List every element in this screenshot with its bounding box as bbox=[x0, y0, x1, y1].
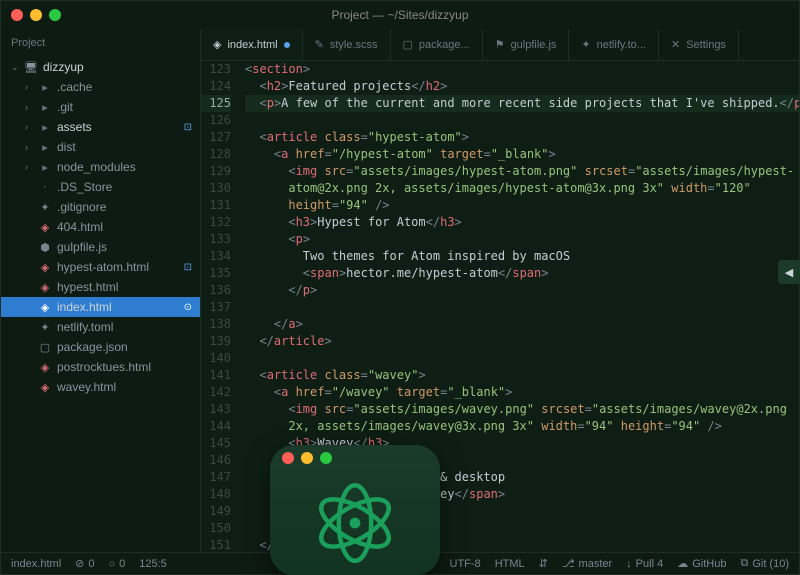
overlay-maximize-icon bbox=[320, 452, 332, 464]
tab-netlify-to---[interactable]: ✦netlify.to... bbox=[569, 29, 659, 60]
tree-root[interactable]: ⌄🖥dizzyup bbox=[1, 57, 200, 77]
status-network-icon[interactable]: ⇵ bbox=[539, 557, 548, 570]
tab-Settings[interactable]: ✕Settings bbox=[659, 29, 739, 60]
file-icon: ⬢ bbox=[37, 241, 53, 254]
status-github[interactable]: ☁ GitHub bbox=[677, 557, 726, 570]
panel-toggle-button[interactable]: ◀ bbox=[778, 260, 800, 284]
status-git[interactable]: ⧉ Git (10) bbox=[740, 557, 789, 570]
overlay-close-icon bbox=[282, 452, 294, 464]
overlay-minimize-icon bbox=[301, 452, 313, 464]
status-pull[interactable]: ↓ Pull 4 bbox=[626, 558, 663, 570]
tab-package---[interactable]: ▢package... bbox=[391, 29, 483, 60]
tab-index-html[interactable]: ◈index.html bbox=[201, 29, 303, 60]
tree-item-hypest-html[interactable]: ◈hypest.html bbox=[1, 277, 200, 297]
tree-item-404-html[interactable]: ◈404.html bbox=[1, 217, 200, 237]
file-icon: ▸ bbox=[37, 121, 53, 134]
tree-item-wavey-html[interactable]: ◈wavey.html bbox=[1, 377, 200, 397]
tree-item-hypest-atom-html[interactable]: ◈hypest-atom.html⊡ bbox=[1, 257, 200, 277]
tree-item-gulpfile-js[interactable]: ⬢gulpfile.js bbox=[1, 237, 200, 257]
tab-gulpfile-js[interactable]: ⚑gulpfile.js bbox=[483, 29, 570, 60]
status-cursor[interactable]: 125:5 bbox=[139, 558, 167, 570]
tree-item-index-html[interactable]: ◈index.html⊙ bbox=[1, 297, 200, 317]
sidebar-title: Project bbox=[1, 29, 200, 57]
tab-icon: ✕ bbox=[671, 38, 680, 51]
file-icon: ✦ bbox=[37, 321, 53, 334]
status-branch[interactable]: ⎇ master bbox=[562, 557, 612, 570]
tree-item-node-modules[interactable]: ›▸node_modules bbox=[1, 157, 200, 177]
tree-item-package-json[interactable]: ▢package.json bbox=[1, 337, 200, 357]
file-icon: ▸ bbox=[37, 161, 53, 174]
tree-item--cache[interactable]: ›▸.cache bbox=[1, 77, 200, 97]
status-warnings[interactable]: ○ 0 bbox=[108, 558, 125, 570]
tree-item-netlify-toml[interactable]: ✦netlify.toml bbox=[1, 317, 200, 337]
file-icon: ▢ bbox=[37, 341, 53, 354]
file-icon: ◈ bbox=[37, 281, 53, 294]
tab-style-scss[interactable]: ✎style.scss bbox=[303, 29, 391, 60]
modified-dot-icon bbox=[284, 42, 290, 48]
file-icon: ◈ bbox=[37, 361, 53, 374]
tab-icon: ◈ bbox=[213, 38, 221, 51]
tab-icon: ▢ bbox=[403, 38, 413, 51]
tree-item--DS-Store[interactable]: ·.DS_Store bbox=[1, 177, 200, 197]
tree-item-postrocktues-html[interactable]: ◈postrocktues.html bbox=[1, 357, 200, 377]
file-icon: ▸ bbox=[37, 141, 53, 154]
atom-logo-icon bbox=[270, 471, 440, 575]
app-icon-overlay bbox=[270, 445, 440, 575]
tree-item--gitignore[interactable]: ✦.gitignore bbox=[1, 197, 200, 217]
file-icon: ▸ bbox=[37, 101, 53, 114]
line-number-gutter: 1231241251261271281291301311321331341351… bbox=[201, 61, 239, 552]
overlay-titlebar bbox=[270, 445, 440, 471]
file-icon: ◈ bbox=[37, 381, 53, 394]
status-encoding[interactable]: UTF-8 bbox=[450, 558, 481, 570]
tab-icon: ✎ bbox=[315, 38, 324, 51]
file-icon: · bbox=[37, 181, 53, 193]
tab-icon: ⚑ bbox=[495, 38, 505, 51]
tree-item-assets[interactable]: ›▸assets⊡ bbox=[1, 117, 200, 137]
tree-item-dist[interactable]: ›▸dist bbox=[1, 137, 200, 157]
file-icon: ✦ bbox=[37, 201, 53, 214]
file-icon: ◈ bbox=[37, 261, 53, 274]
tree-item--git[interactable]: ›▸.git bbox=[1, 97, 200, 117]
file-icon: ◈ bbox=[37, 221, 53, 234]
file-icon: ▸ bbox=[37, 81, 53, 94]
file-tree[interactable]: ⌄🖥dizzyup›▸.cache›▸.git›▸assets⊡›▸dist›▸… bbox=[1, 57, 200, 552]
tab-bar: ◈index.html✎style.scss▢package...⚑gulpfi… bbox=[201, 29, 799, 61]
tab-icon: ✦ bbox=[581, 38, 590, 51]
titlebar: Project — ~/Sites/dizzyup bbox=[1, 1, 799, 29]
window-title: Project — ~/Sites/dizzyup bbox=[1, 8, 799, 22]
status-errors[interactable]: ⊘ 0 bbox=[75, 557, 94, 570]
file-icon: ◈ bbox=[37, 301, 53, 314]
status-language[interactable]: HTML bbox=[495, 558, 525, 570]
status-file[interactable]: index.html bbox=[11, 558, 61, 570]
sidebar: Project ⌄🖥dizzyup›▸.cache›▸.git›▸assets⊡… bbox=[1, 29, 201, 552]
